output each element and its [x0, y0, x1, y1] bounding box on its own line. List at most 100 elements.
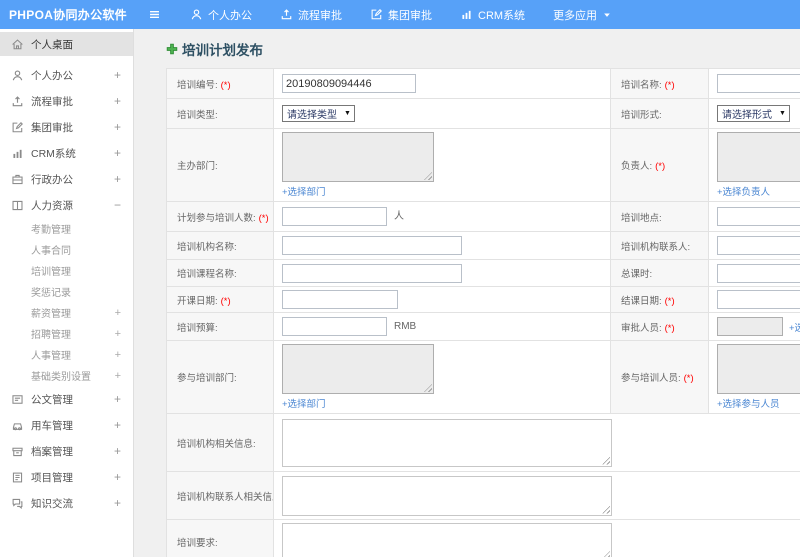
start-date-input[interactable]	[282, 290, 398, 309]
currency-label: RMB	[394, 321, 417, 333]
field-label: 培训课程名称:	[177, 269, 237, 280]
expand-plus: +	[113, 146, 121, 160]
sidebar-item-crm-system[interactable]: CRM系统 +	[0, 140, 133, 166]
field-label: 参与培训人员:	[621, 373, 681, 384]
sidebar-item-workflow-approval[interactable]: 流程审批 +	[0, 88, 133, 114]
sidebar-item-hr[interactable]: 人力资源 −	[0, 192, 133, 218]
topnav-more-apps[interactable]: 更多应用	[539, 0, 626, 29]
expand-plus: +	[113, 94, 121, 108]
field-label: 培训名称:	[621, 79, 662, 91]
course-name-input[interactable]	[282, 263, 462, 283]
sidebar-item-knowledge[interactable]: 知识交流 +	[0, 490, 133, 516]
approver-box	[717, 317, 783, 336]
upload-icon	[11, 95, 24, 108]
expand-plus: +	[113, 68, 121, 82]
sidebar: 个人桌面 个人办公 + 流程审批 + 集团审批 + CRM系统 + 行政办公 +	[0, 29, 134, 557]
required-mark: (*)	[220, 295, 231, 307]
sidebar-item-personnel-mgmt[interactable]: 人事管理 +	[0, 344, 133, 365]
training-type-select[interactable]: 请选择类型 ▼	[282, 105, 355, 122]
form-row-hostdept-leader: 主办部门: +选择部门 负责人: (*) +选择负责人	[166, 128, 800, 202]
topnav-group-approval[interactable]: 集团审批	[356, 0, 446, 29]
sidebar-item-label: 项目管理	[31, 471, 73, 484]
sidebar-item-archive-mgmt[interactable]: 档案管理 +	[0, 438, 133, 464]
archive-icon	[11, 445, 24, 458]
required-mark: (*)	[655, 161, 666, 172]
field-label: 培训类型:	[177, 109, 218, 121]
select-approver-link[interactable]: +选择审批人员	[789, 320, 800, 334]
topnav-label: 集团审批	[388, 9, 432, 22]
expand-plus: +	[113, 470, 121, 484]
sidebar-item-personal-office[interactable]: 个人办公 +	[0, 62, 133, 88]
sidebar-item-group-approval[interactable]: 集团审批 +	[0, 114, 133, 140]
sidebar-item-reward-punish[interactable]: 奖惩记录	[0, 281, 133, 302]
sidebar-item-label: 集团审批	[31, 121, 73, 134]
sidebar-item-label: 个人办公	[31, 69, 73, 82]
expand-plus: +	[114, 306, 121, 319]
app-title: PHPOA协同办公软件	[9, 8, 127, 22]
menu-toggle-button[interactable]	[138, 8, 170, 21]
sidebar-item-base-category[interactable]: 基础类别设置 +	[0, 365, 133, 386]
location-input[interactable]	[717, 207, 800, 226]
expand-plus: +	[113, 172, 121, 186]
topnav-personal-office[interactable]: 个人办公	[176, 0, 266, 29]
sidebar-item-label: 奖惩记录	[31, 288, 71, 299]
end-date-input[interactable]	[717, 290, 800, 309]
budget-input[interactable]	[282, 317, 387, 336]
total-hours-input[interactable]	[717, 263, 800, 283]
user-icon	[11, 69, 24, 82]
training-mode-select[interactable]: 请选择形式 ▼	[717, 105, 790, 122]
sidebar-item-label: 档案管理	[31, 445, 73, 458]
sidebar-item-label: CRM系统	[31, 147, 76, 160]
training-name-input[interactable]	[717, 74, 800, 93]
field-label: 培训编号:	[177, 79, 218, 91]
top-bar: PHPOA协同办公软件 个人办公 流程审批 集团审批 CRM系统 更多应用	[0, 0, 800, 29]
chart-icon	[460, 8, 473, 21]
sidebar-item-personal-desktop[interactable]: 个人桌面	[0, 32, 133, 56]
field-label: 审批人员:	[621, 322, 662, 334]
caret-down-icon	[602, 10, 612, 20]
org-contact-info-textarea[interactable]	[282, 475, 612, 516]
expand-plus: +	[113, 120, 121, 134]
org-info-textarea[interactable]	[282, 418, 612, 467]
form-row-course-hours: 培训课程名称: 总课时:	[166, 259, 800, 287]
expand-plus: +	[114, 348, 121, 361]
required-mark: (*)	[664, 295, 675, 307]
sidebar-item-label: 人力资源	[31, 199, 73, 212]
sidebar-item-hr-contract[interactable]: 人事合同	[0, 239, 133, 260]
form-row-dates: 开课日期: (*) 结课日期: (*)	[166, 286, 800, 313]
topnav-label: 个人办公	[208, 9, 252, 22]
sidebar-item-label: 公文管理	[31, 393, 73, 406]
caret-down-icon: ▼	[344, 110, 351, 117]
form-row-budget-approver: 培训预算: RMB 审批人员:(*) +选择审批人员	[166, 312, 800, 341]
sidebar-item-vehicle-mgmt[interactable]: 用车管理 +	[0, 412, 133, 438]
topnav-label: 更多应用	[553, 9, 598, 22]
join-dept-box	[282, 344, 434, 394]
chart-icon	[11, 147, 24, 160]
org-contact-input[interactable]	[717, 236, 800, 255]
sidebar-item-recruit-mgmt[interactable]: 招聘管理 +	[0, 323, 133, 344]
sidebar-item-document-mgmt[interactable]: 公文管理 +	[0, 386, 133, 412]
caret-down-icon: ▼	[779, 110, 786, 117]
form-row-type-mode: 培训类型: 请选择类型 ▼ 培训形式: 请选择形式 ▼	[166, 98, 800, 129]
requirements-textarea[interactable]	[282, 523, 612, 557]
training-number-input[interactable]	[282, 74, 416, 93]
topnav-crm-system[interactable]: CRM系统	[446, 0, 539, 29]
sidebar-item-training-mgmt[interactable]: 培训管理	[0, 260, 133, 281]
page-title: 培训计划发布	[166, 39, 800, 59]
select-leader-link[interactable]: +选择负责人	[717, 184, 770, 198]
edit-icon	[370, 8, 383, 21]
sidebar-item-project-mgmt[interactable]: 项目管理 +	[0, 464, 133, 490]
select-dept-link[interactable]: +选择部门	[282, 184, 326, 198]
sidebar-item-attendance[interactable]: 考勤管理	[0, 218, 133, 239]
sidebar-item-label: 薪资管理	[31, 309, 71, 320]
collapse-minus: −	[113, 198, 121, 212]
planned-count-input[interactable]	[282, 207, 387, 226]
org-name-input[interactable]	[282, 236, 462, 255]
sidebar-item-admin-office[interactable]: 行政办公 +	[0, 166, 133, 192]
sidebar-item-salary-mgmt[interactable]: 薪资管理 +	[0, 302, 133, 323]
field-label: 培训预算:	[177, 322, 218, 334]
form-row-number-name: 培训编号:(*) 培训名称:(*)	[166, 68, 800, 99]
select-participants-link[interactable]: +选择参与人员	[717, 396, 780, 410]
topnav-workflow-approval[interactable]: 流程审批	[266, 0, 356, 29]
select-dept-link[interactable]: +选择部门	[282, 396, 326, 410]
